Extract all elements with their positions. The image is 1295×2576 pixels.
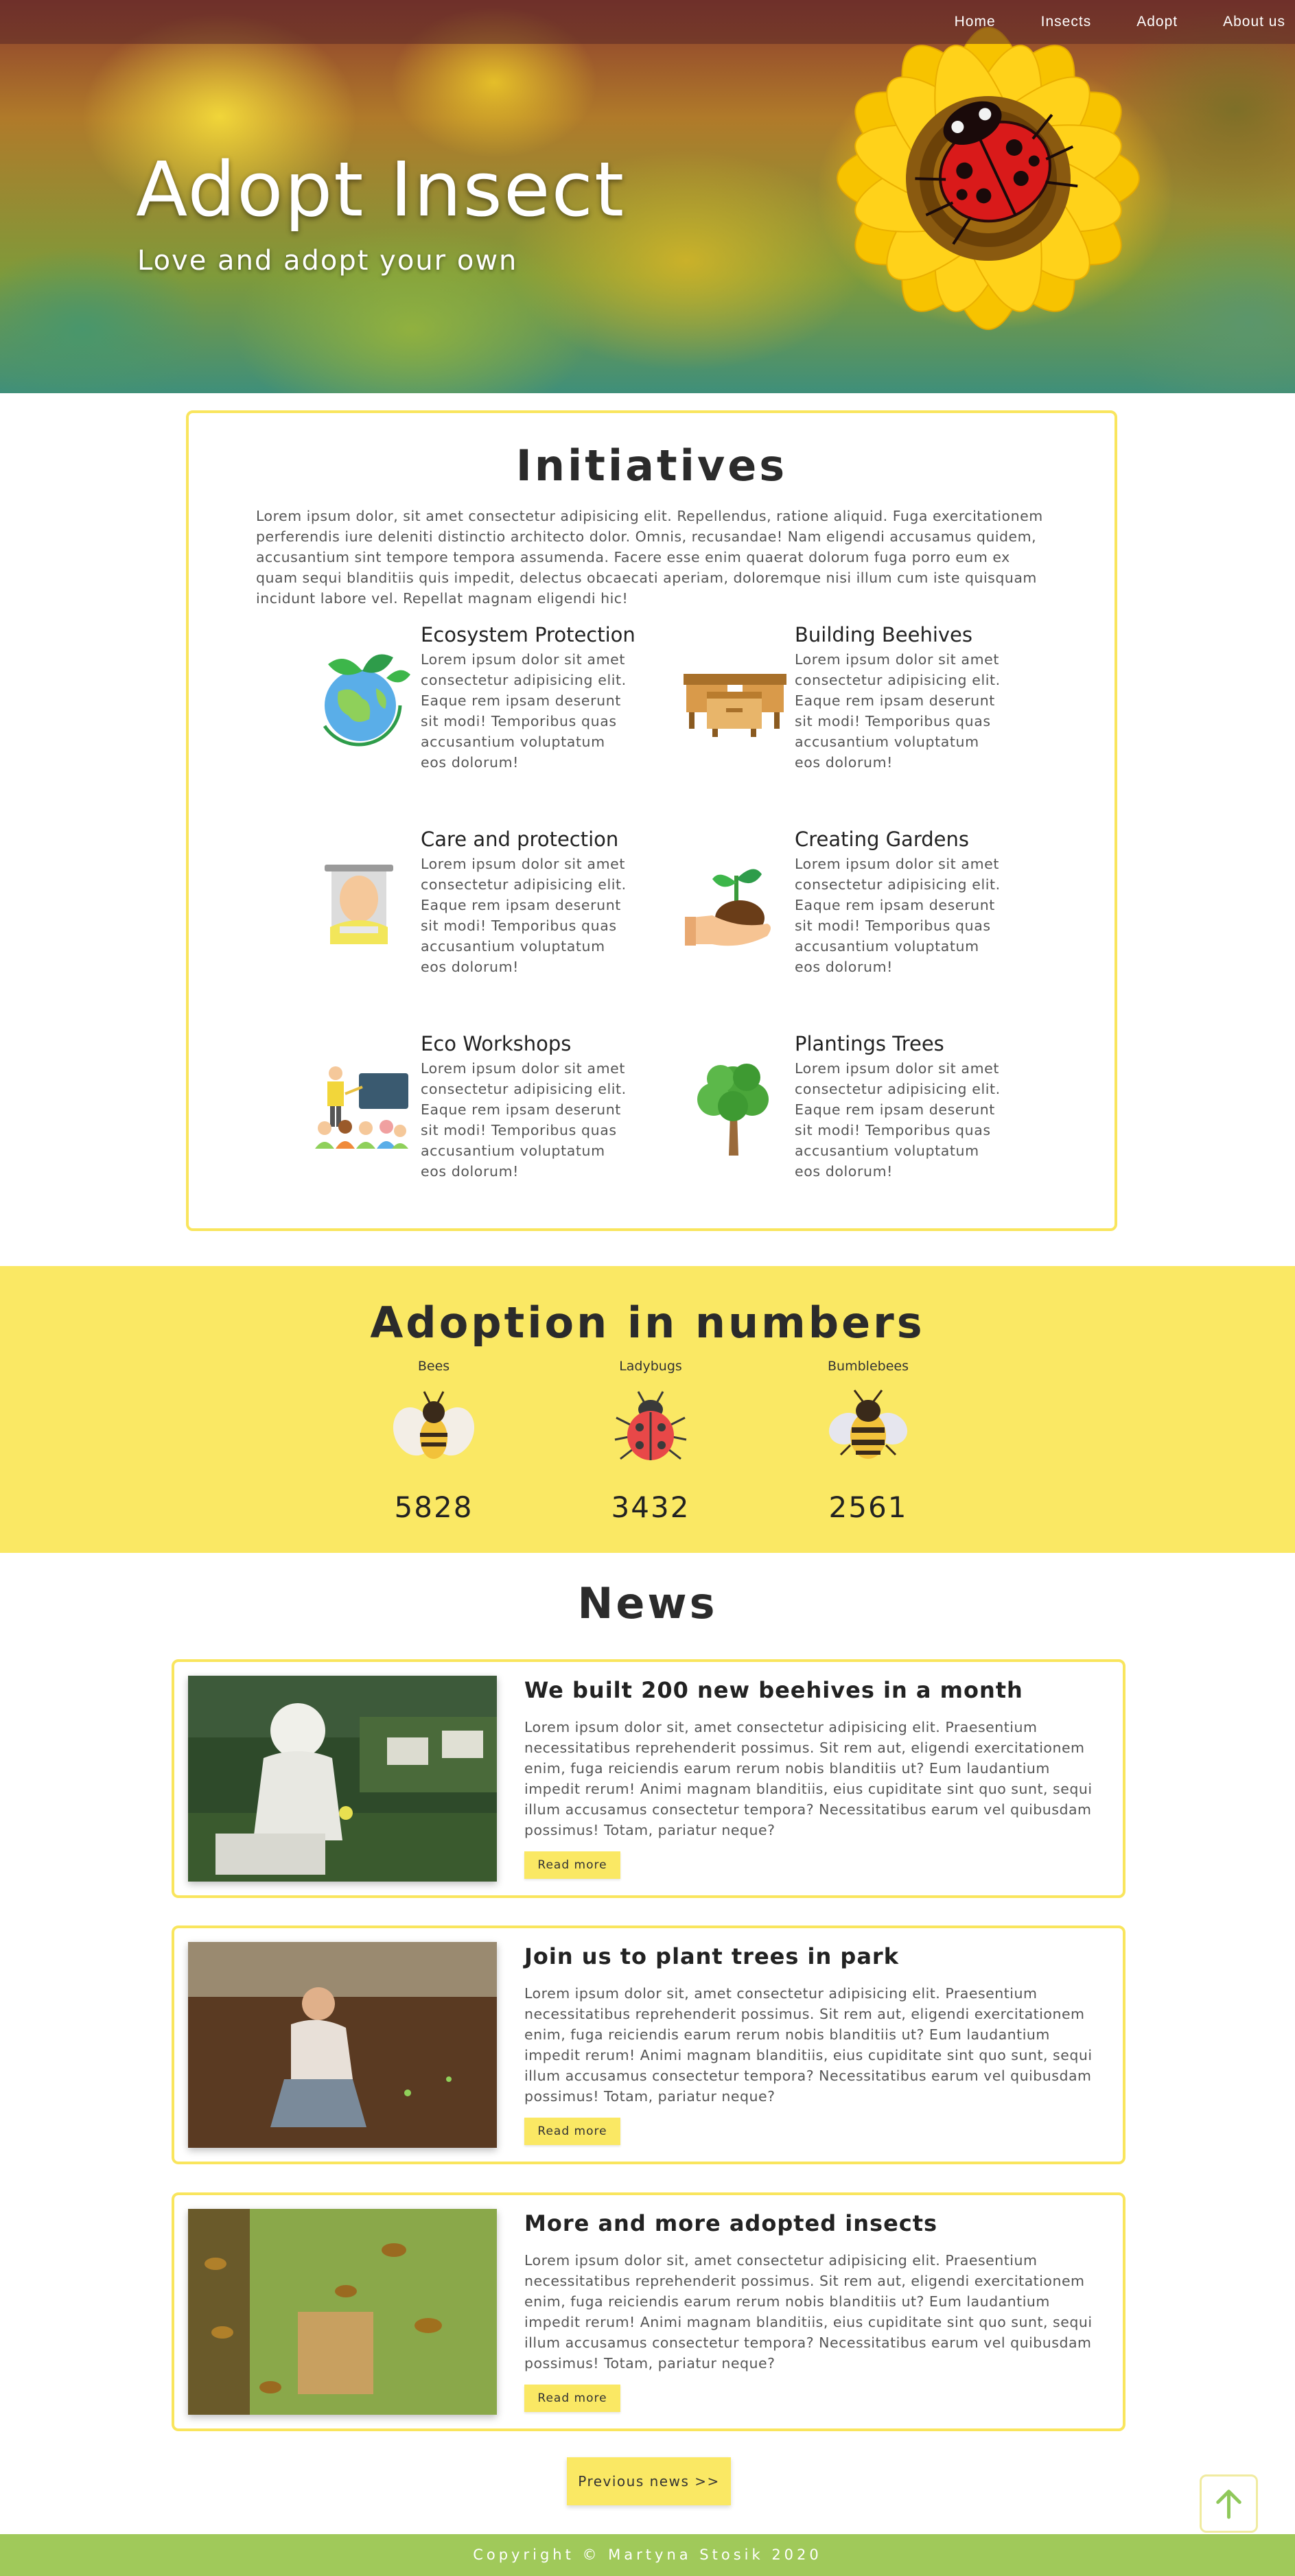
news-image-bees (188, 2209, 497, 2415)
initiative-text: Lorem ipsum dolor sit amet consectetur a… (421, 856, 627, 975)
initiative-title: Creating Gardens (795, 828, 969, 851)
initiatives-title: Initiatives (515, 441, 788, 491)
numbers-title: Adoption in numbers (370, 1298, 925, 1348)
news-text: Lorem ipsum dolor sit, amet consectetur … (524, 2252, 1093, 2372)
news-text: Lorem ipsum dolor sit, amet consectetur … (524, 1719, 1093, 1838)
earth-with-leaves-icon (323, 654, 410, 747)
beehive-icon (684, 674, 786, 737)
ladybug-icon (614, 1391, 687, 1460)
news-image-beekeeper (188, 1676, 497, 1882)
news-heading: More and more adopted insects (524, 2210, 938, 2236)
initiative-text: Lorem ipsum dolor sit amet consectetur a… (795, 651, 1001, 771)
beekeeper-icon (325, 865, 393, 944)
initiatives-intro: Lorem ipsum dolor, sit amet consectetur … (256, 508, 1043, 607)
news-card: More and more adopted insects Lorem ipsu… (172, 2192, 1125, 2431)
stat-value: 5828 (394, 1490, 474, 1524)
back-to-top-button[interactable] (1200, 2474, 1258, 2533)
nav-link-home[interactable]: Home (955, 14, 996, 30)
stat-label: Bumblebees (828, 1359, 909, 1374)
stat-label: Bees (417, 1359, 450, 1374)
initiative-item: Ecosystem Protection Lorem ipsum dolor s… (297, 623, 681, 801)
initiative-text: Lorem ipsum dolor sit amet consectetur a… (795, 856, 1001, 975)
arrow-up-icon (1216, 2490, 1241, 2519)
nav-link-adopt[interactable]: Adopt (1136, 14, 1178, 30)
stat-label: Ladybugs (619, 1359, 682, 1374)
initiative-title: Eco Workshops (421, 1032, 572, 1055)
copyright-text: Copyright © Martyna Stosik 2020 (473, 2546, 822, 2563)
read-more-button[interactable]: Read more (524, 1851, 620, 1879)
stat-bumblebees: Bumblebees 2561 (793, 1359, 944, 1537)
hero-title: Adopt Insect (136, 145, 626, 233)
previous-news-button[interactable]: Previous news >> (567, 2457, 731, 2505)
bee-icon (393, 1391, 475, 1459)
initiative-title: Plantings Trees (795, 1032, 944, 1055)
initiative-text: Lorem ipsum dolor sit amet consectetur a… (795, 1060, 1001, 1180)
initiative-title: Care and protection (421, 828, 619, 851)
initiative-title: Building Beehives (795, 623, 972, 646)
news-card: We built 200 new beehives in a month Lor… (172, 1659, 1125, 1898)
bumblebee-icon (828, 1390, 908, 1459)
sunflower-with-ladybug-image (837, 27, 1140, 330)
initiative-item: Plantings Trees Lorem ipsum dolor sit am… (671, 1032, 1055, 1210)
stat-value: 3432 (611, 1490, 690, 1524)
news-card: Join us to plant trees in park Lorem ips… (172, 1925, 1125, 2164)
hero-subtitle: Love and adopt your own (137, 245, 518, 277)
footer: Copyright © Martyna Stosik 2020 (0, 2534, 1295, 2576)
read-more-button[interactable]: Read more (524, 2118, 620, 2145)
workshop-presentation-icon (315, 1066, 408, 1149)
hero-banner: Home Insects Adopt About us Adopt Insect… (0, 0, 1295, 393)
initiative-title: Ecosystem Protection (421, 623, 635, 646)
initiative-item: Care and protection Lorem ipsum dolor si… (297, 828, 681, 1006)
nav-links: Home Insects Adopt About us (909, 0, 1285, 44)
hand-with-sprout-icon (685, 869, 771, 946)
news-text: Lorem ipsum dolor sit, amet consectetur … (524, 1985, 1093, 2105)
news-heading: We built 200 new beehives in a month (524, 1677, 1023, 1703)
initiative-item: Creating Gardens Lorem ipsum dolor sit a… (671, 828, 1055, 1006)
tree-icon (697, 1064, 769, 1156)
read-more-button[interactable]: Read more (524, 2385, 620, 2412)
initiative-text: Lorem ipsum dolor sit amet consectetur a… (421, 1060, 627, 1180)
initiative-item: Building Beehives Lorem ipsum dolor sit … (671, 623, 1055, 801)
initiatives-section: Initiatives Lorem ipsum dolor, sit amet … (186, 410, 1117, 1231)
stat-value: 2561 (828, 1490, 908, 1524)
top-navbar: Home Insects Adopt About us (0, 0, 1295, 44)
news-image-planting (188, 1942, 497, 2148)
initiative-item: Eco Workshops Lorem ipsum dolor sit amet… (297, 1032, 681, 1210)
stat-ladybugs: Ladybugs 3432 (575, 1359, 726, 1537)
news-heading: Join us to plant trees in park (524, 1943, 899, 1969)
initiative-text: Lorem ipsum dolor sit amet consectetur a… (421, 651, 627, 771)
nav-link-about-us[interactable]: About us (1223, 14, 1285, 30)
adoption-numbers-section: Adoption in numbers Bees 5828 Ladybugs 3… (0, 1266, 1295, 1553)
nav-link-insects[interactable]: Insects (1041, 14, 1092, 30)
stat-bees: Bees 5828 (358, 1359, 509, 1537)
news-title: News (577, 1578, 718, 1628)
